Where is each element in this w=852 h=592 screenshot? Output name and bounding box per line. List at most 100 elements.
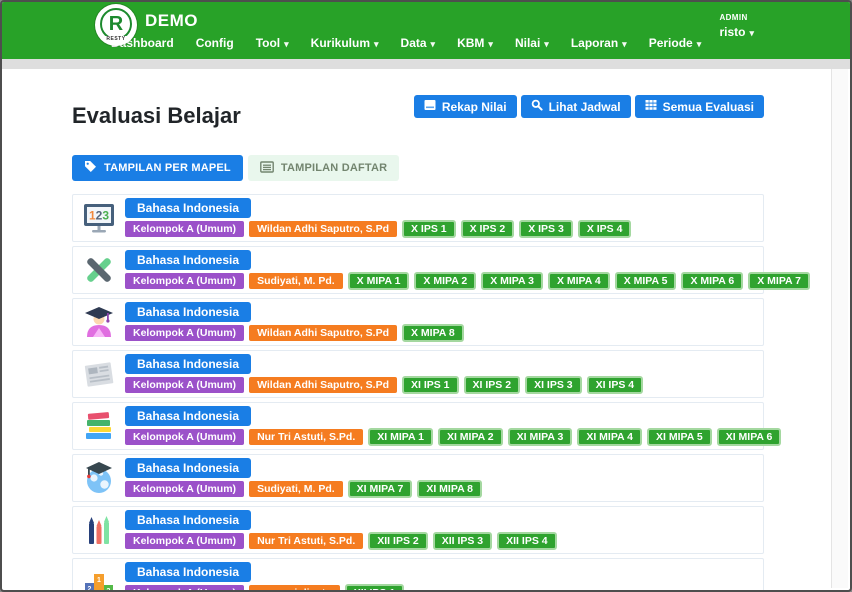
page-title: Evaluasi Belajar — [72, 103, 241, 129]
class-badge[interactable]: XI MIPA 2 — [438, 428, 503, 446]
subject-button[interactable]: Bahasa Indonesia — [125, 510, 251, 530]
svg-text:1: 1 — [97, 577, 101, 584]
class-badge[interactable]: XII IPS 2 — [368, 532, 427, 550]
class-badge[interactable]: X MIPA 7 — [748, 272, 810, 290]
svg-text:3: 3 — [107, 588, 111, 592]
group-badge: Kelompok A (Umum) — [125, 585, 244, 592]
class-badge[interactable]: X MIPA 2 — [414, 272, 476, 290]
teacher-badge: Wildan Adhi Saputro, S.Pd — [249, 377, 397, 393]
class-badge[interactable]: XI MIPA 3 — [508, 428, 573, 446]
class-badge[interactable]: X IPS 4 — [578, 220, 632, 238]
books-stack-icon — [81, 408, 117, 444]
chevron-down-icon: ▾ — [622, 39, 627, 49]
subject-button[interactable]: Bahasa Indonesia — [125, 198, 251, 218]
group-badge: Kelompok A (Umum) — [125, 377, 244, 393]
badge-row: Kelompok A (Umum) Sudiyati, M. Pd. X MIP… — [125, 272, 810, 290]
badge-row: Kelompok A (Umum) Nur Tri Astuti, S.Pd. … — [125, 428, 781, 446]
class-badge[interactable]: XI MIPA 7 — [348, 480, 413, 498]
app-window: R RESTY DEMO DashboardConfigTool▾Kurikul… — [0, 0, 852, 592]
lihat-jadwal-button[interactable]: Lihat Jadwal — [521, 95, 631, 118]
nav-item-kbm[interactable]: KBM▾ — [446, 33, 504, 53]
tag-icon — [84, 160, 97, 176]
graduate-icon — [81, 304, 117, 340]
class-badge[interactable]: XI IPS 4 — [587, 376, 644, 394]
class-badge[interactable]: X MIPA 8 — [402, 324, 464, 342]
class-badge[interactable]: XII IPS 1 — [345, 584, 404, 592]
class-badge[interactable]: XII IPS 4 — [497, 532, 556, 550]
svg-text:123: 123 — [89, 209, 109, 223]
teacher-badge: wawan julianto — [249, 585, 340, 592]
top-navbar: R RESTY DEMO DashboardConfigTool▾Kurikul… — [2, 2, 850, 59]
user-name[interactable]: risto▾ — [719, 25, 754, 39]
nav-item-laporan[interactable]: Laporan▾ — [560, 33, 638, 53]
newspaper-icon — [81, 356, 117, 392]
logo-text: RESTY — [105, 36, 126, 42]
class-badge[interactable]: X MIPA 1 — [348, 272, 410, 290]
nav-item-nilai[interactable]: Nilai▾ — [504, 33, 560, 53]
chevron-down-icon: ▾ — [488, 39, 493, 49]
subject-card: 213 Bahasa Indonesia Kelompok A (Umum) w… — [72, 558, 764, 592]
subject-button[interactable]: Bahasa Indonesia — [125, 406, 251, 426]
class-badge[interactable]: XI MIPA 8 — [417, 480, 482, 498]
user-menu[interactable]: ADMIN risto▾ — [719, 13, 754, 39]
scrollbar[interactable] — [831, 69, 848, 588]
chevron-down-icon: ▾ — [431, 39, 436, 49]
subject-button[interactable]: Bahasa Indonesia — [125, 302, 251, 322]
rekap-nilai-button[interactable]: Rekap Nilai — [414, 95, 517, 118]
class-badge[interactable]: XI IPS 3 — [525, 376, 582, 394]
subject-card: Bahasa Indonesia Kelompok A (Umum) Sudiy… — [72, 454, 764, 502]
subject-card: Bahasa Indonesia Kelompok A (Umum) Wilda… — [72, 350, 764, 398]
class-badge[interactable]: XI IPS 2 — [464, 376, 521, 394]
tab-tampilan-per-mapel[interactable]: TAMPILAN PER MAPEL — [72, 155, 243, 181]
chevron-down-icon: ▾ — [374, 39, 379, 49]
user-role-label: ADMIN — [719, 13, 754, 22]
subject-button[interactable]: Bahasa Indonesia — [125, 250, 251, 270]
nav-item-tool[interactable]: Tool▾ — [245, 33, 300, 53]
class-badge[interactable]: X IPS 3 — [519, 220, 573, 238]
window-icon — [424, 99, 436, 114]
class-badge[interactable]: X MIPA 3 — [481, 272, 543, 290]
class-badge[interactable]: XI MIPA 4 — [577, 428, 642, 446]
subject-card: Bahasa Indonesia Kelompok A (Umum) Nur T… — [72, 402, 764, 450]
subject-button[interactable]: Bahasa Indonesia — [125, 354, 251, 374]
group-badge: Kelompok A (Umum) — [125, 325, 244, 341]
class-badge[interactable]: X MIPA 6 — [681, 272, 743, 290]
teacher-badge: Nur Tri Astuti, S.Pd. — [249, 533, 363, 549]
badge-row: Kelompok A (Umum) Wildan Adhi Saputro, S… — [125, 376, 643, 394]
semua-evaluasi-button[interactable]: Semua Evaluasi — [635, 95, 764, 118]
brand-title[interactable]: DEMO — [145, 11, 198, 31]
main-content: Evaluasi Belajar Rekap Nilai Lihat Jadwa… — [72, 69, 764, 592]
table-icon — [645, 99, 657, 114]
class-badge[interactable]: XI IPS 1 — [402, 376, 459, 394]
badge-row: Kelompok A (Umum) Wildan Adhi Saputro, S… — [125, 324, 464, 342]
chevron-down-icon: ▾ — [749, 28, 754, 38]
class-badge[interactable]: XI MIPA 1 — [368, 428, 433, 446]
subject-card: Bahasa Indonesia Kelompok A (Umum) Wilda… — [72, 298, 764, 346]
group-badge: Kelompok A (Umum) — [125, 221, 244, 237]
group-badge: Kelompok A (Umum) — [125, 429, 244, 445]
group-badge: Kelompok A (Umum) — [125, 533, 244, 549]
class-badge[interactable]: XII IPS 3 — [433, 532, 492, 550]
teacher-badge: Wildan Adhi Saputro, S.Pd — [249, 221, 397, 237]
app-logo[interactable]: R RESTY — [95, 4, 137, 46]
list-icon — [260, 161, 274, 176]
badge-row: Kelompok A (Umum) wawan julianto XII IPS… — [125, 584, 404, 592]
teacher-badge: Wildan Adhi Saputro, S.Pd — [249, 325, 397, 341]
navbar-menu: DashboardConfigTool▾Kurikulum▾Data▾KBM▾N… — [100, 33, 712, 53]
subject-button[interactable]: Bahasa Indonesia — [125, 458, 251, 478]
class-badge[interactable]: X MIPA 4 — [548, 272, 610, 290]
nav-item-data[interactable]: Data▾ — [390, 33, 447, 53]
chevron-down-icon: ▾ — [284, 39, 289, 49]
class-badge[interactable]: XI MIPA 6 — [717, 428, 782, 446]
colored-pencils-icon — [81, 512, 117, 548]
class-badge[interactable]: X MIPA 5 — [615, 272, 677, 290]
subject-card: Bahasa Indonesia Kelompok A (Umum) Sudiy… — [72, 246, 764, 294]
nav-item-config[interactable]: Config — [185, 33, 245, 53]
class-badge[interactable]: XI MIPA 5 — [647, 428, 712, 446]
tab-tampilan-daftar[interactable]: TAMPILAN DAFTAR — [248, 155, 399, 181]
class-badge[interactable]: X IPS 2 — [461, 220, 515, 238]
subject-button[interactable]: Bahasa Indonesia — [125, 562, 251, 582]
nav-item-periode[interactable]: Periode▾ — [638, 33, 713, 53]
nav-item-kurikulum[interactable]: Kurikulum▾ — [300, 33, 390, 53]
class-badge[interactable]: X IPS 1 — [402, 220, 456, 238]
